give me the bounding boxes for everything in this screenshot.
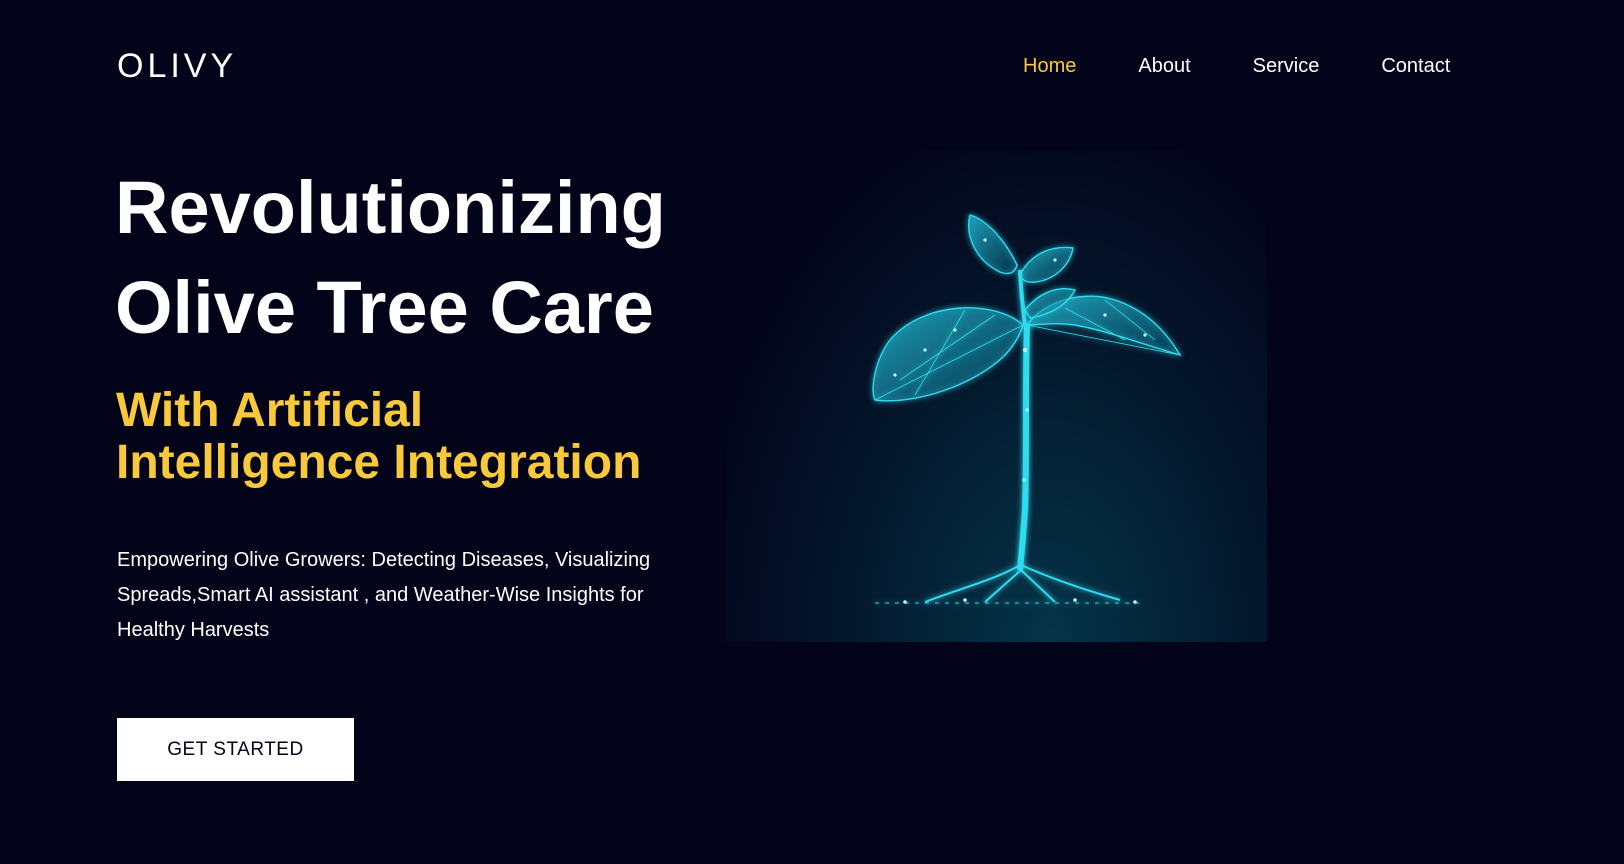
hero-illustration xyxy=(725,150,1267,642)
hero-title-line-1: Revolutionizing xyxy=(115,166,666,249)
hero-title: Revolutionizing Olive Tree Care xyxy=(115,158,715,358)
nav-item-service[interactable]: Service xyxy=(1253,52,1320,80)
nav-item-contact[interactable]: Contact xyxy=(1381,52,1450,80)
main-nav: Home About Service Contact xyxy=(1023,52,1450,80)
hero-description: Empowering Olive Growers: Detecting Dise… xyxy=(117,549,651,641)
nav-item-about[interactable]: About xyxy=(1138,52,1190,80)
get-started-button[interactable]: GET STARTED xyxy=(117,718,354,781)
nav-item-home[interactable]: Home xyxy=(1023,52,1076,80)
hero-subtitle-line-2: Intelligence Integration xyxy=(116,436,642,489)
hero-subtitle: With Artificial Intelligence Integration xyxy=(116,385,736,489)
hero-subtitle-line-1: With Artificial xyxy=(116,384,424,437)
brand-logo[interactable]: OLIVY xyxy=(117,44,237,88)
landing-page: OLIVY Home About Service Contact Revolut… xyxy=(0,0,1624,864)
hero-title-line-2: Olive Tree Care xyxy=(115,266,654,349)
seedling-icon xyxy=(872,214,1182,604)
